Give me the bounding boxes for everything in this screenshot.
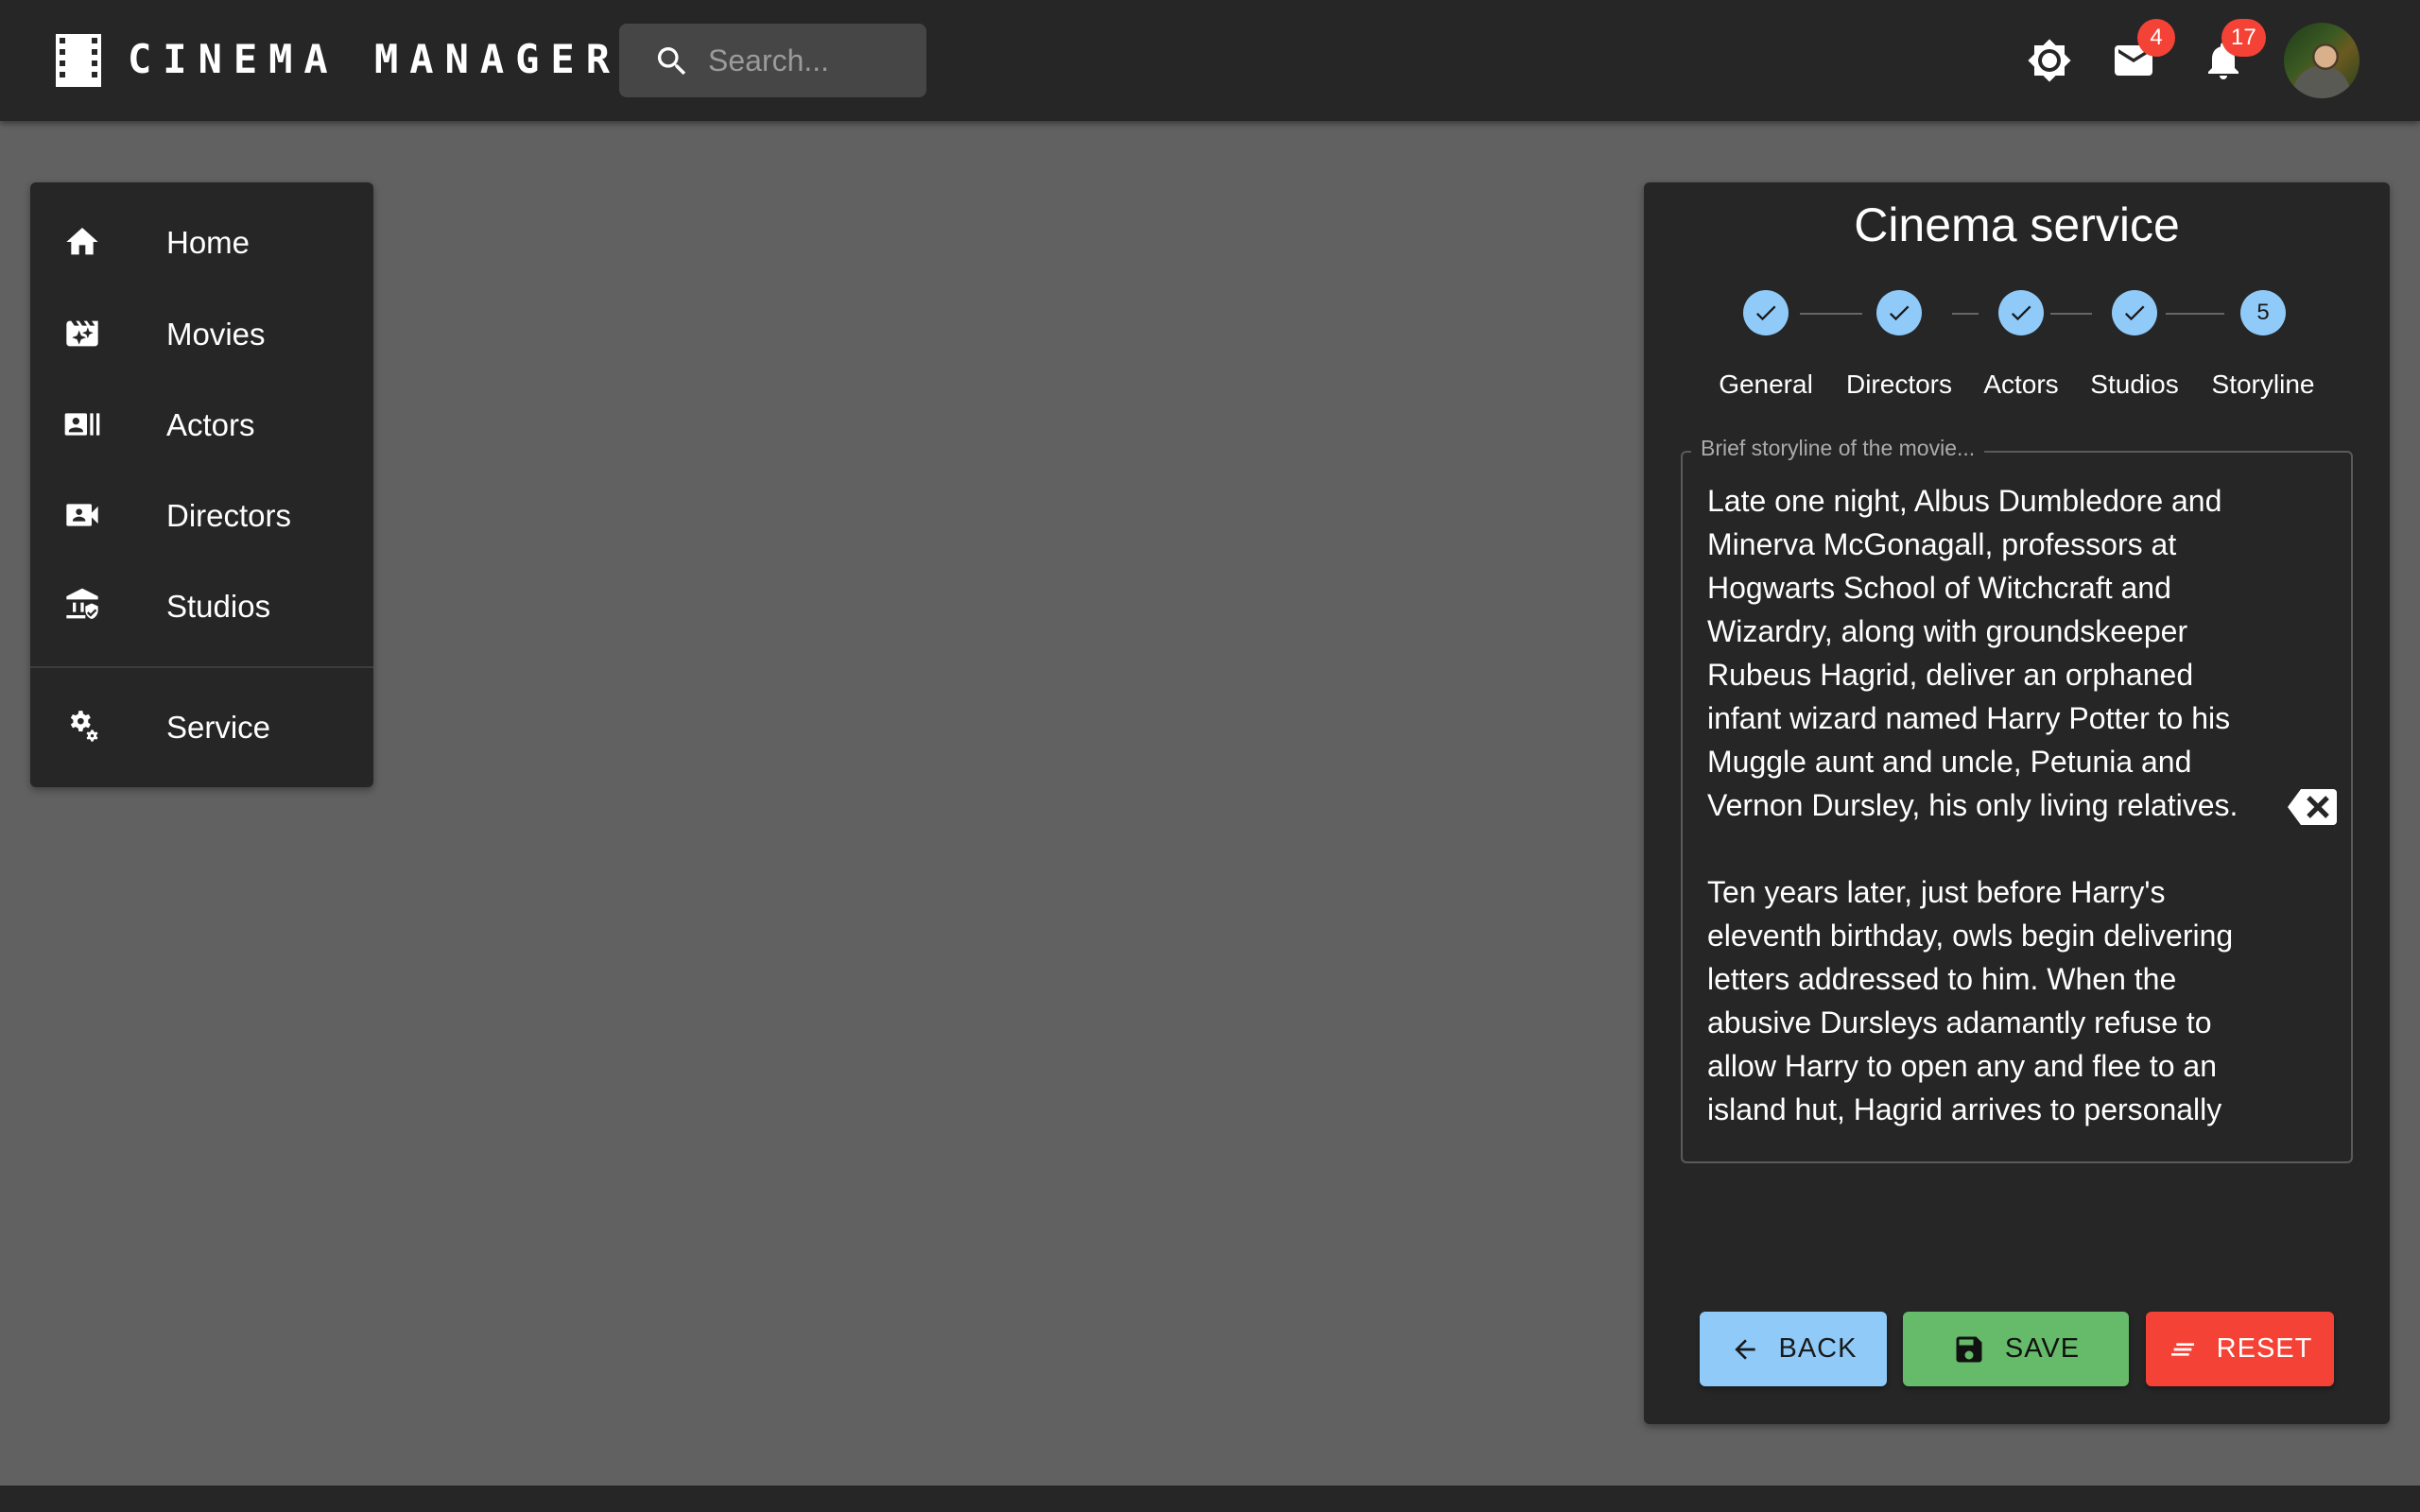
step-general[interactable] [1743, 290, 1789, 335]
search-icon [657, 47, 686, 76]
back-label: BACK [1778, 1333, 1858, 1364]
app-header: CINEMA MANAGER 4 17 [0, 0, 2420, 121]
step-label: Actors [1983, 369, 2059, 399]
reset-button[interactable]: RESET [2146, 1312, 2334, 1386]
sidebar-item-label: Actors [166, 407, 255, 442]
check-icon [1755, 305, 1776, 321]
film-icon [56, 34, 101, 87]
step-actors[interactable] [1998, 290, 2044, 335]
sidebar-item-actors[interactable]: Actors [30, 381, 373, 468]
save-icon [1956, 1336, 1982, 1362]
panel-title: Cinema service [1854, 198, 2180, 251]
backspace-clear-icon[interactable] [2288, 789, 2337, 825]
arrow-back-icon [1734, 1338, 1755, 1360]
storyline-text[interactable]: Late one night, Albus Dumbledore and Min… [1707, 479, 2274, 1131]
step-storyline[interactable]: 5 [2240, 290, 2286, 335]
clear-all-icon [2170, 1342, 2194, 1356]
check-icon [2011, 305, 2031, 321]
save-label: SAVE [2004, 1333, 2081, 1364]
notifications-badge: 17 [2221, 19, 2266, 57]
sidebar-item-label: Directors [166, 498, 292, 533]
step-label: Directors [1845, 369, 1953, 399]
back-button[interactable]: BACK [1700, 1312, 1887, 1386]
sidebar-divider [30, 666, 373, 668]
sidebar-item-label: Studios [166, 589, 271, 624]
cinema-service-panel: Cinema service 5 General Directors Actor… [1644, 182, 2390, 1424]
avatar[interactable] [2284, 23, 2360, 98]
home-icon [66, 228, 98, 255]
movie-filter-icon [66, 320, 98, 347]
mail-button[interactable]: 4 [2111, 19, 2175, 83]
sidebar-item-studios[interactable]: Studios [30, 562, 373, 649]
step-connector [2050, 313, 2092, 315]
step-label: Storyline [2211, 369, 2315, 399]
step-directors[interactable] [1876, 290, 1922, 335]
step-label: Studios [2090, 369, 2179, 399]
brightness-icon[interactable] [2027, 38, 2072, 83]
reset-label: RESET [2216, 1333, 2313, 1364]
search-box[interactable] [619, 24, 926, 97]
settings-icon [70, 711, 98, 742]
check-icon [1889, 305, 1910, 321]
notifications-button[interactable]: 17 [2201, 19, 2266, 83]
step-label: General [1719, 369, 1813, 399]
sidebar-item-directors[interactable]: Directors [30, 472, 373, 558]
step-connector [2166, 313, 2224, 315]
account-balance-icon [66, 588, 98, 619]
step-studios[interactable] [2112, 290, 2157, 335]
search-input[interactable] [708, 24, 916, 97]
step-connector [1800, 313, 1862, 315]
mail-badge: 4 [2137, 19, 2175, 57]
save-button[interactable]: SAVE [1903, 1312, 2129, 1386]
sidebar: Home Movies Actors Directors Studios Ser… [30, 182, 373, 787]
check-icon [2124, 305, 2145, 321]
sidebar-item-service[interactable]: Service [30, 683, 373, 770]
footer-bar [0, 1486, 2420, 1512]
app-title: CINEMA MANAGER [128, 36, 622, 82]
sidebar-item-label: Home [166, 225, 251, 260]
sidebar-item-label: Movies [166, 317, 266, 352]
video-camera-front-icon [66, 504, 98, 526]
recent-actors-icon [64, 413, 100, 436]
storyline-label: Brief storyline of the movie... [1691, 436, 1985, 461]
step-connector [1952, 313, 1979, 315]
sidebar-item-label: Service [166, 710, 271, 745]
sidebar-item-home[interactable]: Home [30, 198, 373, 285]
sidebar-item-movies[interactable]: Movies [30, 290, 373, 377]
